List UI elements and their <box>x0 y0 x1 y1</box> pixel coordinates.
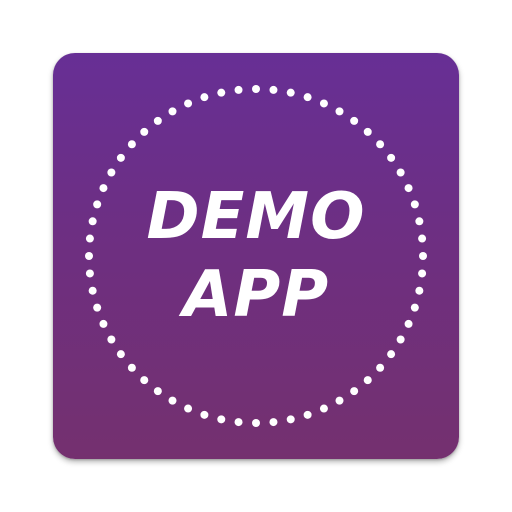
app-icon-tile[interactable]: DEMO APP <box>53 53 459 459</box>
app-name-line2: APP <box>182 258 330 332</box>
icon-stage: DEMO APP <box>0 0 512 512</box>
app-name-line1: DEMO <box>146 180 366 254</box>
app-name: DEMO APP <box>53 53 459 459</box>
